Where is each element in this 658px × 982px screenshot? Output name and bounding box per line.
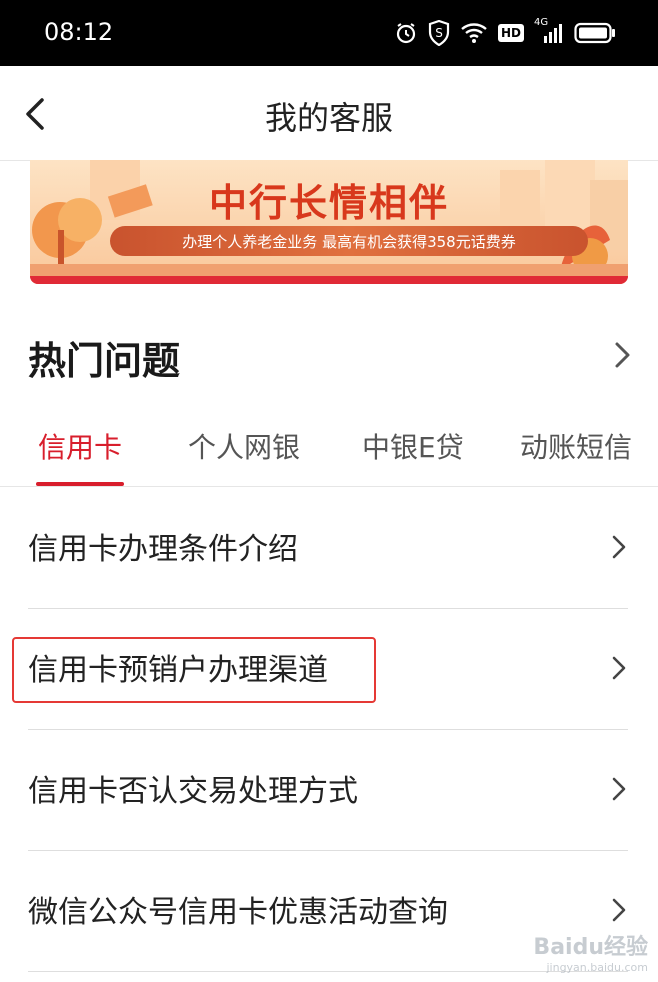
battery-icon <box>574 22 615 44</box>
signal-icon: 4G <box>534 17 564 45</box>
chevron-right-icon <box>612 777 626 801</box>
navigation-bar: 我的客服 <box>0 66 658 161</box>
status-bar: 08:12 S HD 4G <box>0 0 658 66</box>
promo-banner[interactable]: 中行长情相伴 办理个人养老金业务 最高有机会获得358元话费券 <box>30 160 628 284</box>
page-title: 我的客服 <box>264 99 393 137</box>
question-text: 信用卡否认交易处理方式 <box>28 774 358 809</box>
hot-questions-header[interactable]: 热门问题 <box>0 310 658 400</box>
chevron-right-icon <box>612 898 626 922</box>
svg-text:S: S <box>435 26 443 40</box>
hd-icon: HD <box>497 24 524 42</box>
tab-account-sms[interactable]: 动账短信 <box>520 426 632 466</box>
status-icons: S HD 4G <box>394 16 616 50</box>
tab-e-loan[interactable]: 中银E贷 <box>362 426 464 466</box>
active-tab-indicator <box>36 482 124 486</box>
list-item[interactable]: 信用卡办理条件介绍 <box>28 488 628 609</box>
question-text: 信用卡办理条件介绍 <box>28 532 298 567</box>
chevron-right-icon[interactable] <box>610 338 634 372</box>
question-text: 微信公众号信用卡优惠活动查询 <box>28 895 448 930</box>
section-title: 热门问题 <box>28 339 181 383</box>
alarm-icon <box>396 23 416 44</box>
watermark-url: jingyan.baidu.com <box>546 961 648 974</box>
highlight-box <box>12 637 376 703</box>
shield-icon: S <box>428 20 450 46</box>
chevron-right-icon <box>612 656 626 680</box>
status-time: 08:12 <box>44 18 114 46</box>
banner-subtitle: 办理个人养老金业务 最高有机会获得358元话费券 <box>110 226 588 256</box>
banner-bottom-strip <box>30 276 628 284</box>
wifi-icon <box>461 23 487 43</box>
list-item[interactable]: 信用卡否认交易处理方式 <box>28 730 628 851</box>
watermark-logo: Baidu经验 <box>533 935 648 960</box>
watermark: Baidu经验 jingyan.baidu.com <box>533 929 648 974</box>
category-tabs: 信用卡 个人网银 中银E贷 动账短信 <box>0 400 658 487</box>
tab-personal-ebank[interactable]: 个人网银 <box>188 426 300 466</box>
chevron-right-icon <box>612 535 626 559</box>
tab-credit-card[interactable]: 信用卡 <box>38 426 122 466</box>
banner-title: 中行长情相伴 <box>208 181 449 225</box>
